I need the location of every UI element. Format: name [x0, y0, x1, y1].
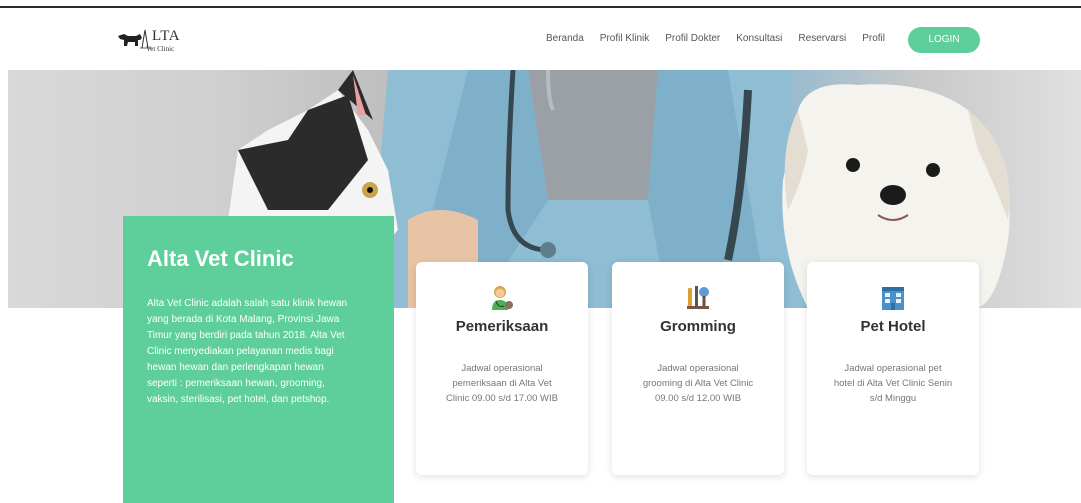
about-description: Alta Vet Clinic adalah salah satu klinik…: [147, 298, 348, 405]
login-button[interactable]: LOGIN: [908, 27, 980, 53]
main-nav: Beranda Profil Klinik Profil Dokter Kons…: [546, 33, 885, 44]
nav-profil[interactable]: Profil: [862, 33, 885, 44]
service-card-gromming[interactable]: Gromming Jadwal operasional grooming di …: [612, 262, 784, 475]
nav-profil-klinik[interactable]: Profil Klinik: [600, 33, 649, 44]
about-card: Alta Vet Clinic Alta Vet Clinic adalah s…: [123, 216, 394, 503]
nav-konsultasi[interactable]: Konsultasi: [736, 33, 782, 44]
clinic-logo[interactable]: LTA Vet Clinic: [116, 26, 206, 56]
service-title: Pet Hotel: [860, 318, 926, 335]
hotel-building-icon: [882, 287, 904, 310]
nav-beranda[interactable]: Beranda: [546, 33, 584, 44]
doctor-icon: [492, 286, 513, 310]
service-description: Jadwal operasional pet hotel di Alta Vet…: [833, 363, 953, 404]
logo-subtitle: Vet Clinic: [146, 45, 175, 53]
about-title: Alta Vet Clinic: [147, 246, 294, 271]
service-title: Gromming: [660, 318, 736, 335]
service-title: Pemeriksaan: [455, 318, 549, 335]
nav-profil-dokter[interactable]: Profil Dokter: [665, 33, 720, 44]
grooming-tools-icon: [687, 286, 709, 309]
service-card-pet-hotel[interactable]: Pet Hotel Jadwal operasional pet hotel d…: [807, 262, 979, 475]
logo-text: LTA: [152, 28, 181, 44]
service-description: Jadwal operasional pemeriksaan di Alta V…: [446, 363, 558, 404]
navbar: LTA Vet Clinic Beranda Profil Klinik Pro…: [0, 8, 1081, 70]
nav-reservasi[interactable]: Reservarsi: [798, 33, 846, 44]
service-card-pemeriksaan[interactable]: Pemeriksaan Jadwal operasional pemeriksa…: [416, 262, 588, 475]
service-description: Jadwal operasional grooming di Alta Vet …: [642, 363, 754, 404]
